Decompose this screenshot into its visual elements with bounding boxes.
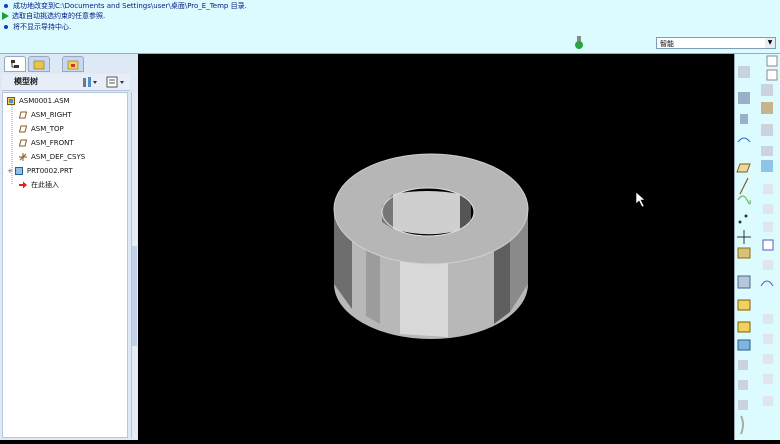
datum-plane-tool-icon bbox=[736, 163, 751, 173]
mirror-icon bbox=[738, 380, 748, 390]
folder-browser-tab[interactable] bbox=[28, 56, 50, 72]
drag-components-icon bbox=[740, 114, 748, 124]
model-tree-toolbar: 模型树 bbox=[2, 74, 130, 91]
datum-axis-icon bbox=[739, 177, 749, 195]
tree-node-datum-plane[interactable]: ASM_RIGHT bbox=[19, 109, 72, 121]
message-area: 成功地改变到C:\Documents and Settings\user\桌面\… bbox=[0, 0, 780, 54]
show-icon[interactable] bbox=[106, 76, 126, 88]
feature-toolbar-icons bbox=[736, 55, 778, 435]
cut-icon bbox=[740, 415, 744, 435]
tree-node-datum-plane[interactable]: ASM_TOP bbox=[19, 123, 64, 135]
datum-plane-icon bbox=[19, 125, 27, 133]
tree-node-label: PRT0002.PRT bbox=[26, 167, 73, 175]
package-icon bbox=[737, 339, 751, 351]
graphics-viewport[interactable] bbox=[138, 54, 734, 440]
window-control-icons bbox=[766, 55, 778, 81]
datum-plane-icon bbox=[19, 111, 27, 119]
navigator-tabs bbox=[2, 56, 136, 72]
model-tree-title: 模型树 bbox=[14, 77, 38, 86]
model-tree-icon bbox=[11, 60, 19, 68]
tree-node-label: ASM_DEF_CSYS bbox=[31, 153, 86, 161]
tree-guide-lines bbox=[11, 105, 13, 185]
coordinate-system-icon bbox=[19, 153, 27, 161]
favorites-icon bbox=[67, 60, 79, 70]
info-dot-icon bbox=[4, 25, 8, 29]
tree-node-insert-here[interactable]: 在此插入 bbox=[19, 179, 59, 191]
status-light-icon[interactable] bbox=[574, 36, 584, 50]
tree-node-label: ASM_TOP bbox=[31, 125, 64, 133]
column-two-icons bbox=[760, 84, 774, 406]
tree-node-label: ASM_FRONT bbox=[31, 139, 74, 147]
tree-node-label: ASM_RIGHT bbox=[31, 111, 72, 119]
tree-node-label: 在此插入 bbox=[31, 181, 59, 189]
chevron-down-icon[interactable]: ▼ bbox=[765, 38, 775, 48]
repeat-icon bbox=[737, 321, 751, 333]
navigator-panel: 模型树 ASM0001.ASM ASM_RIGHT ASM_TOP ASM_FR… bbox=[0, 54, 138, 440]
datum-plane-icon bbox=[19, 139, 27, 147]
feature-toolbar bbox=[734, 54, 780, 440]
csys-tool-icon bbox=[737, 230, 751, 244]
message-line: 将不显示导持中心. bbox=[2, 21, 71, 33]
model-tree-tab[interactable] bbox=[4, 56, 26, 72]
assemble-icon bbox=[737, 275, 751, 289]
analysis-icon bbox=[737, 247, 751, 259]
datum-display-icon bbox=[737, 137, 751, 143]
tree-node-datum-plane[interactable]: ASM_FRONT bbox=[19, 137, 74, 149]
selection-filter-value: 智能 bbox=[660, 40, 674, 48]
insert-here-arrow-icon bbox=[19, 181, 27, 189]
message-text: 将不显示导持中心. bbox=[13, 23, 72, 31]
sketch-curve-icon bbox=[737, 195, 751, 205]
settings-icon[interactable] bbox=[82, 76, 98, 88]
assembly-icon bbox=[7, 97, 15, 105]
tree-node-csys[interactable]: ASM_DEF_CSYS bbox=[19, 151, 85, 163]
datum-point-icon bbox=[738, 214, 748, 224]
favorites-tab[interactable] bbox=[62, 56, 84, 72]
tree-node-label: ASM0001.ASM bbox=[19, 97, 70, 105]
model-tree: ASM0001.ASM ASM_RIGHT ASM_TOP ASM_FRONT … bbox=[2, 92, 128, 438]
redefine-icon bbox=[738, 66, 750, 78]
scrollbar-thumb[interactable] bbox=[132, 246, 137, 346]
prompt-arrow-icon bbox=[2, 12, 9, 20]
create-component-icon bbox=[737, 299, 751, 311]
model-cylinder[interactable] bbox=[333, 153, 529, 339]
vertical-scrollbar[interactable] bbox=[131, 92, 138, 438]
merge-icon bbox=[738, 400, 748, 410]
folder-browser-icon bbox=[33, 60, 45, 70]
pattern-icon bbox=[738, 360, 748, 370]
info-dot-icon bbox=[4, 4, 8, 8]
selection-filter[interactable]: 智能 ▼ bbox=[656, 37, 776, 49]
properties-icon bbox=[738, 92, 750, 104]
